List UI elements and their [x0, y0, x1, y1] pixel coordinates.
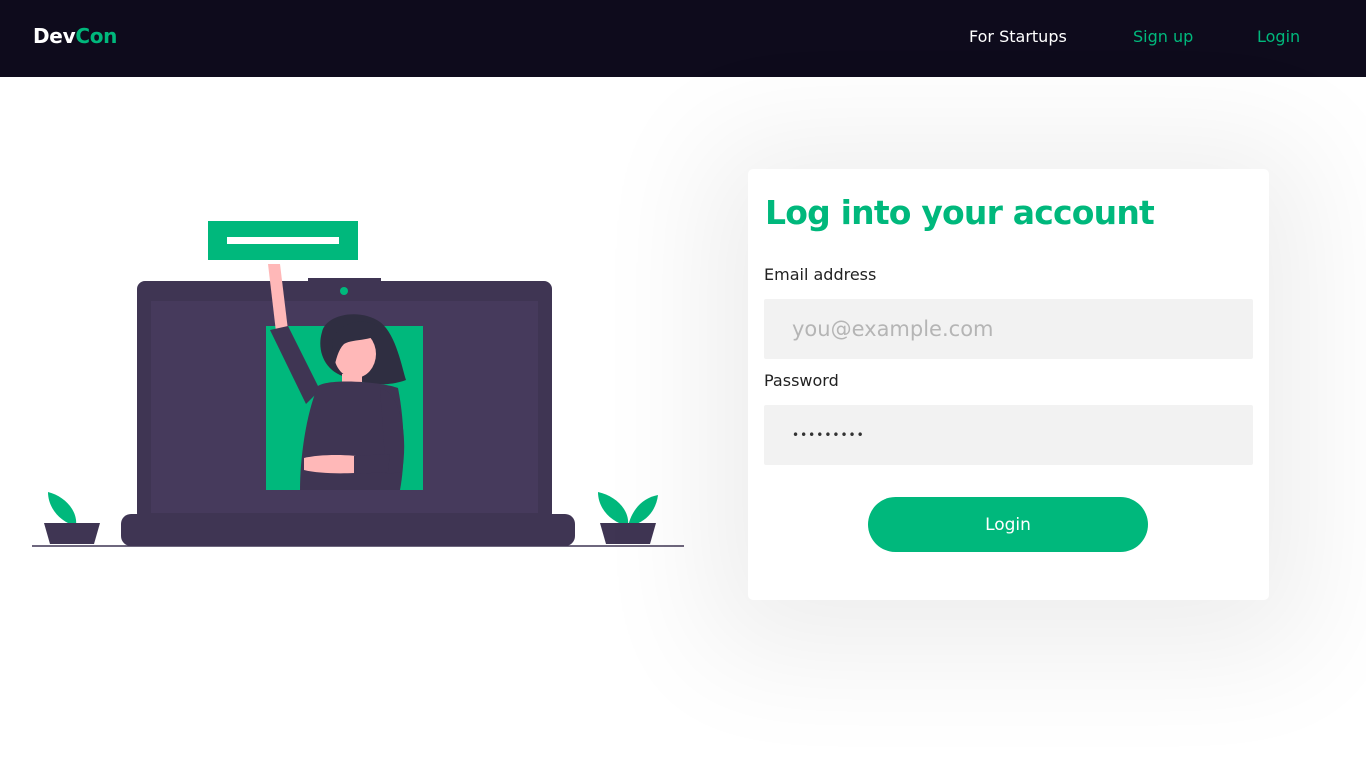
email-label: Email address: [764, 265, 877, 284]
top-navbar: DevCon For Startups Sign up Login: [0, 0, 1366, 77]
password-label: Password: [764, 371, 839, 390]
laptop-camera-bar: [308, 278, 381, 287]
brand-logo[interactable]: DevCon: [33, 24, 117, 48]
login-illustration: [32, 221, 684, 547]
email-field[interactable]: [764, 299, 1253, 359]
brand-logo-dev: Dev: [33, 24, 76, 48]
login-card: Log into your account Email address Pass…: [748, 169, 1269, 600]
password-field[interactable]: [764, 405, 1253, 465]
laptop-base: [121, 514, 575, 546]
held-sign-line: [227, 237, 339, 244]
laptop-camera-dot: [340, 287, 348, 295]
login-title: Log into your account: [765, 193, 1155, 232]
nav-link-login[interactable]: Login: [1257, 27, 1300, 46]
right-plant-icon: [598, 492, 658, 544]
login-button[interactable]: Login: [868, 497, 1148, 552]
nav-link-for-startups[interactable]: For Startups: [969, 27, 1067, 46]
left-plant-icon: [44, 492, 100, 544]
brand-logo-con: Con: [75, 24, 118, 48]
nav-link-sign-up[interactable]: Sign up: [1133, 27, 1193, 46]
